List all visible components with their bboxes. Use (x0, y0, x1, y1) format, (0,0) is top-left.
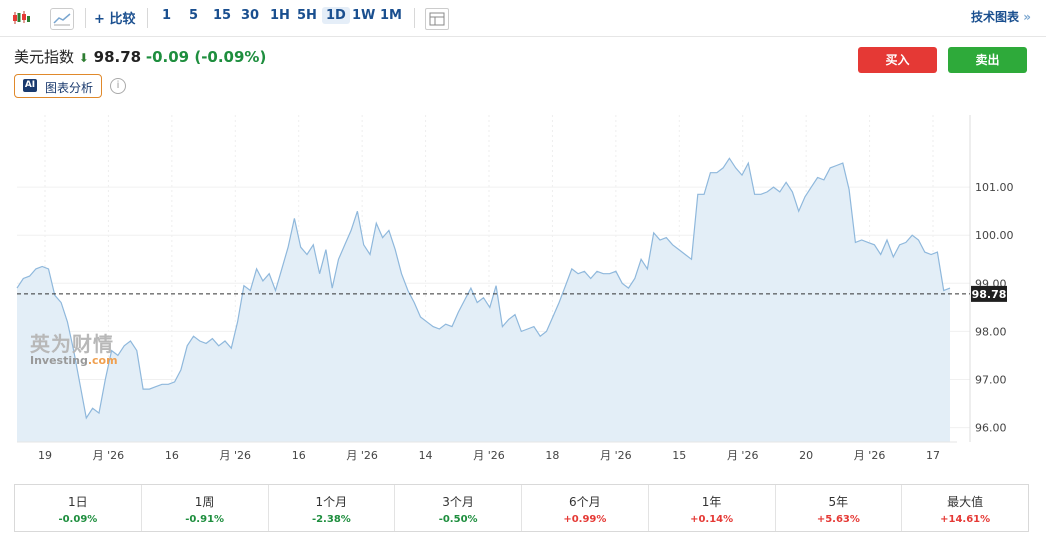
area-chart-icon[interactable] (50, 8, 74, 30)
x-tick-label: 月 '26 (727, 449, 759, 462)
timeframe-5h[interactable]: 5H (297, 8, 317, 23)
compare-button[interactable]: + 比较 (94, 8, 135, 27)
perf-value: +0.14% (690, 514, 734, 525)
x-axis: 19 月 '26 16 月 '26 16 月 '26 14 月 '26 18 月 '26 15 月 '… (17, 441, 957, 462)
perf-cell-max[interactable]: 最大值 +14.61% (902, 485, 1028, 531)
x-tick-label: 月 '26 (473, 449, 505, 462)
y-tick-label: 96.00 (975, 422, 1007, 435)
perf-cell-5y[interactable]: 5年 +5.63% (776, 485, 903, 531)
ai-icon: AI (23, 79, 37, 92)
perf-cell-3m[interactable]: 3个月 -0.50% (395, 485, 522, 531)
x-tick-label: 月 '26 (93, 449, 125, 462)
instrument-price: 98.78 (93, 48, 142, 66)
y-tick-label: 100.00 (975, 229, 1014, 242)
x-tick-label: 19 (38, 449, 52, 462)
area-fill (17, 158, 950, 443)
technical-chart-link[interactable]: 技术图表 » (971, 8, 1031, 25)
perf-value: -0.50% (438, 514, 478, 525)
x-tick-label: 月 '26 (346, 449, 378, 462)
x-tick-label: 16 (292, 449, 306, 462)
buy-button[interactable]: 买入 (858, 47, 937, 73)
ai-analysis-label: 图表分析 (45, 81, 94, 95)
x-tick-label: 15 (672, 449, 686, 462)
perf-label: 1年 (701, 495, 722, 509)
x-tick-label: 20 (799, 449, 813, 462)
sell-button[interactable]: 卖出 (948, 47, 1027, 73)
perf-value: -2.38% (311, 514, 351, 525)
candlestick-icon[interactable] (10, 8, 32, 28)
perf-cell-1y[interactable]: 1年 +0.14% (649, 485, 776, 531)
perf-cell-1m[interactable]: 1个月 -2.38% (269, 485, 396, 531)
toolbar-divider (414, 8, 415, 28)
perf-label: 1周 (194, 495, 215, 509)
perf-cell-1w[interactable]: 1周 -0.91% (142, 485, 269, 531)
instrument-header: 美元指数 ⬇ 98.78 -0.09 (-0.09%) (14, 46, 266, 67)
perf-cell-6m[interactable]: 6个月 +0.99% (522, 485, 649, 531)
x-tick-label: 16 (165, 449, 179, 462)
perf-label: 1个月 (315, 495, 348, 509)
watermark-cn: 英为财情 (30, 332, 114, 356)
ai-chart-analysis-button[interactable]: AI 图表分析 (14, 74, 102, 98)
compare-label: 比较 (109, 12, 136, 27)
perf-value: +0.99% (563, 514, 607, 525)
x-tick-label: 月 '26 (600, 449, 632, 462)
watermark-suffix: .com (87, 354, 118, 367)
perf-label: 1日 (68, 495, 88, 509)
perf-value: +14.61% (940, 514, 991, 525)
price-chart[interactable]: 96.0097.0098.0099.00100.00101.00 19 月 '26… (0, 100, 1046, 480)
timeframe-30[interactable]: 30 (241, 8, 259, 23)
technical-chart-label: 技术图表 (971, 10, 1020, 24)
x-tick-label: 月 '26 (220, 449, 252, 462)
timeframe-15[interactable]: 15 (213, 8, 231, 23)
chart-area-series (16, 157, 951, 443)
current-price-label: 98.78 (972, 288, 1007, 301)
timeframe-1h[interactable]: 1H (270, 8, 290, 23)
instrument-change: -0.09 (-0.09%) (145, 48, 267, 66)
double-chevron-right-icon: » (1023, 10, 1031, 24)
perf-value: -0.91% (185, 514, 225, 525)
x-tick-label: 18 (545, 449, 559, 462)
perf-value: -0.09% (58, 514, 98, 525)
perf-value: +5.63% (816, 514, 860, 525)
timeframe-5[interactable]: 5 (189, 8, 198, 23)
table-layout-icon[interactable] (425, 8, 449, 30)
instrument-name: 美元指数 (14, 48, 75, 66)
chart-toolbar: + 比较 1 5 15 30 1H 5H 1D 1W 1M 技术图表 » (0, 0, 1046, 37)
x-tick-label: 月 '26 (854, 449, 886, 462)
perf-label: 最大值 (947, 495, 984, 509)
perf-cell-1d[interactable]: 1日 -0.09% (15, 485, 142, 531)
perf-label: 6个月 (569, 495, 601, 509)
y-axis: 96.0097.0098.0099.00100.00101.00 (969, 115, 1014, 442)
perf-label: 3个月 (442, 495, 474, 509)
info-icon[interactable]: i (110, 78, 126, 94)
performance-table: 1日 -0.09% 1周 -0.91% 1个月 -2.38% 3个月 -0.50% 6个… (14, 484, 1029, 532)
down-arrow-icon: ⬇ (78, 51, 89, 65)
plus-icon: + (94, 12, 105, 27)
y-tick-label: 98.00 (975, 325, 1007, 338)
timeframe-1w[interactable]: 1W (352, 8, 375, 23)
timeframe-1d[interactable]: 1D (322, 7, 350, 24)
watermark-en: Investing (30, 354, 88, 367)
y-tick-label: 101.00 (975, 181, 1014, 194)
x-tick-label: 17 (926, 449, 940, 462)
investing-watermark: 英为财情 Investing.com (30, 328, 118, 367)
timeframe-1m[interactable]: 1M (380, 8, 402, 23)
y-tick-label: 97.00 (975, 373, 1007, 386)
perf-label: 5年 (828, 495, 849, 509)
toolbar-divider (85, 8, 86, 28)
timeframe-1[interactable]: 1 (162, 8, 171, 23)
toolbar-divider (147, 8, 148, 28)
x-tick-label: 14 (419, 449, 433, 462)
